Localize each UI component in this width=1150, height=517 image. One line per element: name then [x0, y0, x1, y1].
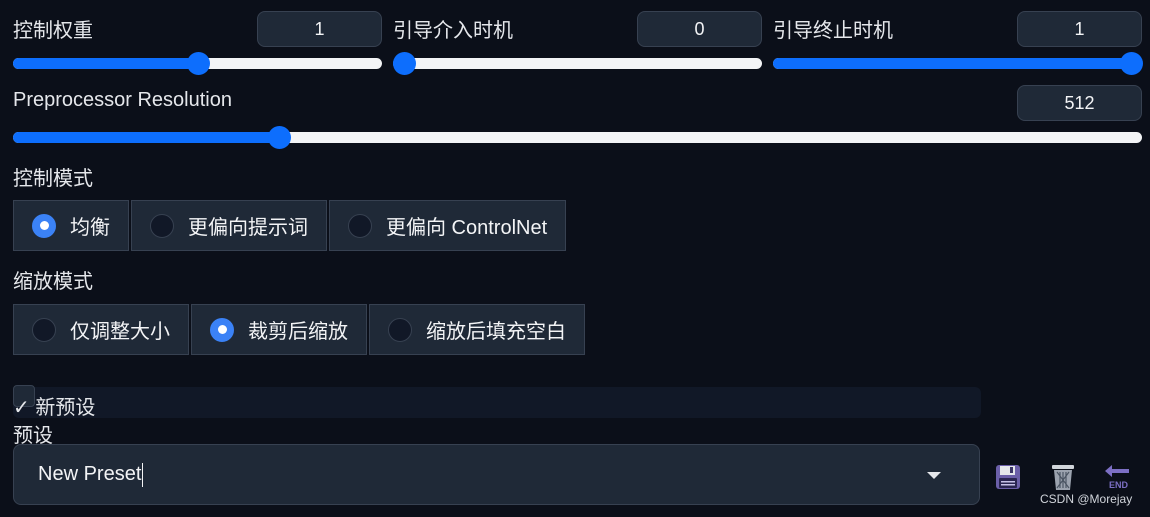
radio-label: 仅调整大小: [70, 321, 170, 343]
guidance-start-label: 引导介入时机: [393, 20, 513, 42]
radio-button[interactable]: [32, 317, 56, 342]
new-preset-row: [13, 387, 981, 418]
radio-button[interactable]: [210, 317, 234, 342]
radio-label: 更偏向提示词: [188, 217, 308, 239]
slider-fill: [773, 58, 1131, 69]
preset-value: New Preset: [38, 463, 142, 485]
resize-mode-option-crop-resize[interactable]: 裁剪后缩放: [191, 304, 367, 355]
resize-mode-radio-group: 仅调整大小 裁剪后缩放 缩放后填充空白: [13, 304, 587, 355]
preprocessor-resolution-label: Preprocessor Resolution: [13, 89, 232, 111]
control-weight-input[interactable]: 1: [257, 11, 382, 47]
slider-fill: [13, 132, 279, 143]
control-mode-option-prompt[interactable]: 更偏向提示词: [131, 200, 327, 251]
guidance-start-slider[interactable]: [393, 52, 762, 76]
slider-thumb[interactable]: [393, 52, 416, 75]
slider-thumb[interactable]: [186, 52, 210, 75]
control-mode-label: 控制模式: [13, 168, 93, 190]
end-arrow-icon[interactable]: END: [1102, 462, 1132, 492]
wastebasket-icon[interactable]: [1048, 462, 1078, 492]
guidance-end-input[interactable]: 1: [1017, 11, 1142, 47]
radio-label: 均衡: [70, 217, 110, 239]
floppy-disk-icon[interactable]: [993, 462, 1023, 492]
guidance-start-input[interactable]: 0: [637, 11, 762, 47]
text-cursor: [142, 462, 144, 487]
resize-mode-option-just-resize[interactable]: 仅调整大小: [13, 304, 189, 355]
radio-label: 更偏向 ControlNet: [386, 217, 548, 239]
slider-thumb[interactable]: [1120, 52, 1143, 75]
guidance-end-label: 引导终止时机: [773, 20, 893, 42]
slider-thumb[interactable]: [267, 126, 291, 149]
slider-fill: [13, 58, 198, 69]
control-mode-option-balanced[interactable]: 均衡: [13, 200, 129, 251]
radio-label: 裁剪后缩放: [248, 321, 348, 343]
radio-button[interactable]: [150, 213, 174, 238]
resize-mode-option-resize-fill[interactable]: 缩放后填充空白: [369, 304, 585, 355]
guidance-end-slider[interactable]: [773, 52, 1143, 76]
new-preset-label[interactable]: ✓ 新预设: [13, 391, 95, 420]
control-mode-option-controlnet[interactable]: 更偏向 ControlNet: [329, 200, 567, 251]
preprocessor-resolution-slider[interactable]: [13, 126, 1142, 150]
control-weight-slider[interactable]: [13, 52, 382, 76]
preset-dropdown[interactable]: New Preset: [13, 444, 980, 505]
resize-mode-label: 缩放模式: [13, 271, 93, 293]
preprocessor-resolution-input[interactable]: 512: [1017, 85, 1142, 121]
radio-button[interactable]: [388, 317, 412, 342]
control-mode-radio-group: 均衡 更偏向提示词 更偏向 ControlNet: [13, 200, 568, 251]
radio-button[interactable]: [32, 213, 56, 238]
control-weight-label: 控制权重: [13, 20, 93, 42]
chevron-down-icon[interactable]: [927, 472, 941, 479]
svg-text:END: END: [1109, 480, 1129, 490]
watermark: CSDN @Morejay: [1040, 492, 1133, 506]
radio-button[interactable]: [348, 213, 372, 238]
radio-label: 缩放后填充空白: [426, 321, 566, 343]
